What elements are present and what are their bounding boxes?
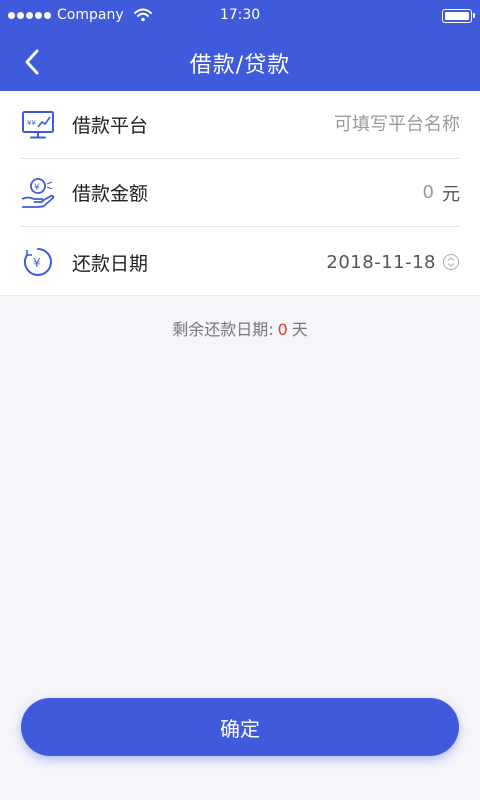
svg-text:¥: ¥ [34, 183, 40, 193]
loan-form: ¥¥ 借款平台 ¥ 借款金额 0 元 [0, 91, 480, 296]
battery-icon [442, 9, 475, 23]
monitor-chart-icon: ¥¥ [20, 107, 56, 143]
svg-text:¥¥: ¥¥ [27, 119, 36, 127]
repay-date-text: 2018-11-18 [326, 251, 436, 273]
amount-unit: 元 [442, 183, 460, 205]
repay-date-value[interactable]: 2018-11-18 [326, 252, 460, 273]
header: Company 17:30 借款/贷款 [0, 0, 480, 91]
svg-text:¥: ¥ [33, 256, 41, 270]
confirm-button-label: 确定 [220, 716, 260, 741]
confirm-button[interactable]: 确定 [21, 698, 459, 756]
repay-date-label: 还款日期 [72, 252, 149, 275]
platform-value [240, 114, 460, 135]
nav-bar: 借款/贷款 [0, 32, 480, 91]
platform-input[interactable] [240, 114, 460, 135]
amount-value[interactable]: 0 元 [423, 180, 460, 206]
remaining-unit: 天 [291, 320, 308, 339]
status-time: 17:30 [219, 7, 261, 23]
platform-row[interactable]: ¥¥ 借款平台 [20, 91, 460, 159]
amount-label: 借款金额 [72, 183, 149, 205]
hand-coin-icon: ¥ [20, 175, 56, 211]
platform-label: 借款平台 [72, 115, 149, 137]
remaining-days-info: 剩余还款日期: 0 天 [0, 316, 480, 340]
remaining-days-number: 0 [277, 320, 288, 339]
page-title: 借款/贷款 [189, 53, 291, 78]
remaining-label: 剩余还款日期: [172, 320, 274, 339]
yuan-clock-icon: ¥ [20, 244, 56, 280]
chevron-circle-icon [443, 254, 459, 270]
repay-date-row[interactable]: ¥ 还款日期 2018-11-18 [20, 228, 460, 296]
status-bar: Company 17:30 [0, 0, 480, 32]
amount-row[interactable]: ¥ 借款金额 0 元 [20, 159, 460, 227]
amount-number: 0 [422, 182, 434, 203]
